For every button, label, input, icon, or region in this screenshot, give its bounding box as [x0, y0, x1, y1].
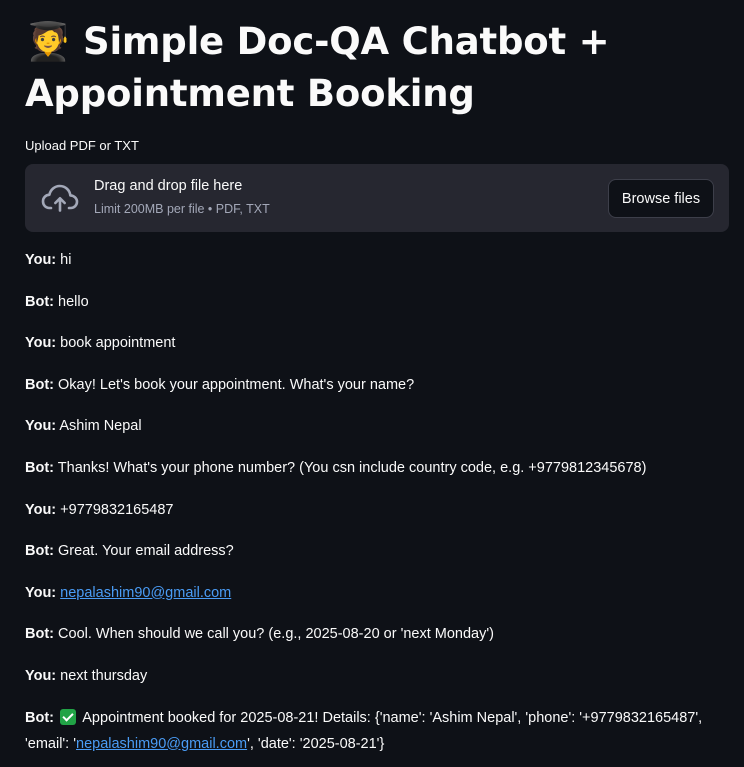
message-text: hello	[58, 293, 89, 310]
chat-history: You: hi Bot: hello You: book appointment…	[25, 250, 735, 757]
message-sender: Bot:	[25, 459, 54, 476]
message-text: Great. Your email address?	[58, 543, 234, 560]
message-text: Okay! Let's book your appointment. What'…	[58, 376, 415, 393]
message-text: hi	[60, 252, 72, 268]
message-sender: Bot:	[25, 376, 54, 393]
chat-message: Bot: Okay! Let's book your appointment. …	[25, 375, 735, 417]
message-sender: Bot:	[25, 543, 54, 560]
check-mark-icon	[60, 708, 77, 725]
page-title: 🧑‍🎓 Simple Doc-QA Chatbot + Appointment B…	[25, 16, 610, 120]
title-line-2: Appointment Booking	[25, 72, 475, 115]
browse-files-button[interactable]: Browse files	[608, 179, 714, 218]
message-sender: You:	[25, 252, 57, 268]
message-text: Cool. When should we call you? (e.g., 20…	[58, 626, 494, 643]
message-text: next thursday	[60, 667, 148, 684]
dropzone-limit: Limit 200MB per file • PDF, TXT	[94, 202, 270, 216]
message-text: +9779832165487	[60, 501, 174, 518]
chat-message: Bot: Thanks! What's your phone number? (…	[25, 458, 735, 500]
chat-message: You: nepalashim90@gmail.com	[25, 583, 735, 625]
chat-message: You: book appointment	[25, 333, 735, 375]
title-line-1: Simple Doc-QA Chatbot +	[83, 20, 610, 63]
cloud-upload-icon	[41, 184, 79, 212]
message-text: book appointment	[60, 335, 176, 352]
confirmation-text-end: ', 'date': '2025-08-21'}	[247, 735, 385, 752]
message-text: Thanks! What's your phone number? (You c…	[57, 459, 647, 476]
chat-message: Bot: hello	[25, 292, 735, 334]
student-emoji-icon: 🧑‍🎓	[25, 20, 71, 63]
message-sender: You:	[25, 501, 57, 518]
upload-label: Upload PDF or TXT	[25, 138, 139, 153]
chat-message: You: hi	[25, 250, 735, 292]
chat-message: You: Ashim Nepal	[25, 416, 735, 458]
dropzone-instructions: Drag and drop file here	[94, 178, 243, 194]
email-link[interactable]: nepalashim90@gmail.com	[60, 585, 231, 601]
chat-message-confirmation: Bot: Appointment booked for 2025-08-21! …	[25, 705, 735, 757]
message-sender: Bot:	[25, 709, 54, 726]
chat-message: Bot: Cool. When should we call you? (e.g…	[25, 624, 735, 666]
message-sender: Bot:	[25, 626, 54, 643]
message-sender: Bot:	[25, 293, 54, 310]
message-sender: You:	[25, 335, 57, 352]
app-root: 🧑‍🎓 Simple Doc-QA Chatbot + Appointment B…	[0, 0, 744, 767]
chat-message: Bot: Great. Your email address?	[25, 541, 735, 583]
chat-message: You: +9779832165487	[25, 500, 735, 542]
message-sender: You:	[25, 584, 57, 601]
message-sender: You:	[25, 667, 57, 684]
message-text: Ashim Nepal	[59, 418, 142, 435]
chat-message: You: next thursday	[25, 666, 735, 708]
message-sender: You:	[25, 418, 57, 435]
email-link[interactable]: nepalashim90@gmail.com	[76, 736, 247, 752]
file-dropzone[interactable]: Drag and drop file here Limit 200MB per …	[25, 164, 729, 232]
